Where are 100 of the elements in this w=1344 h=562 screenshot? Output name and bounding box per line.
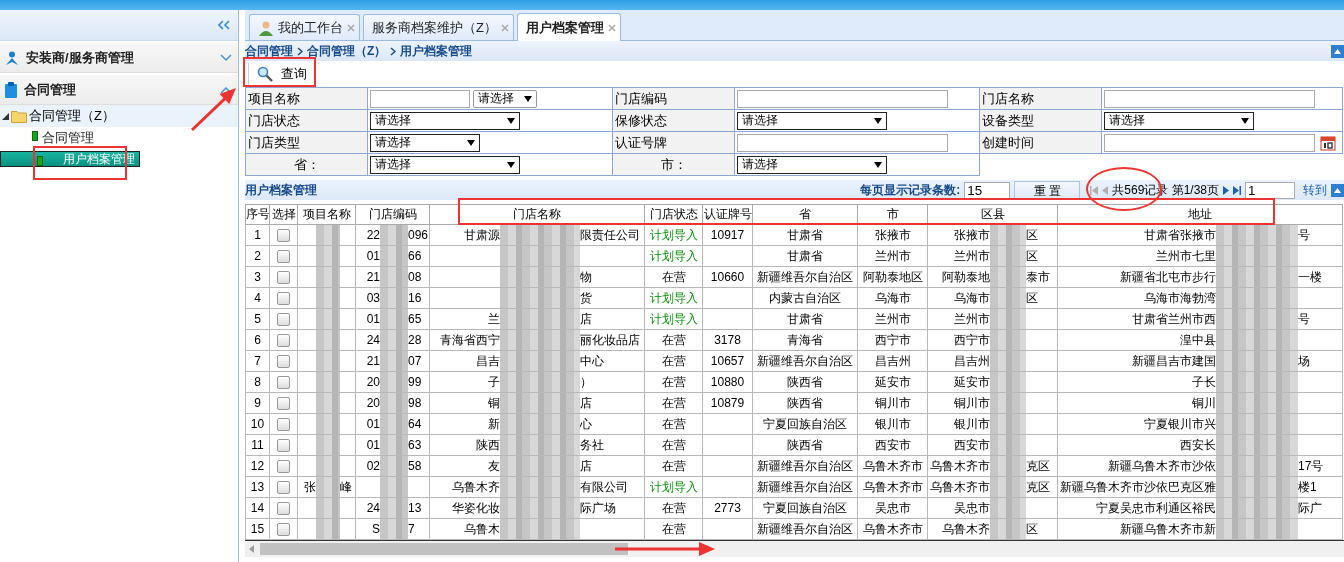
- checkbox[interactable]: [277, 397, 290, 411]
- checkbox[interactable]: [277, 502, 290, 516]
- cell-text: 中心: [580, 353, 604, 368]
- table-cell: 阿勒泰地区: [857, 266, 928, 288]
- redaction-mask: [316, 288, 340, 308]
- checkbox[interactable]: [277, 292, 290, 306]
- expand-triangle-icon[interactable]: [2, 112, 9, 120]
- collapse-button[interactable]: [1331, 44, 1344, 58]
- column-header[interactable]: 地址: [1057, 204, 1343, 225]
- table-cell: [702, 476, 753, 498]
- collapse-button[interactable]: [1331, 183, 1344, 197]
- column-header[interactable]: 项目名称: [297, 204, 356, 225]
- column-header[interactable]: 市: [857, 204, 928, 225]
- table-cell: 在营: [644, 518, 703, 540]
- field-label: 门店编码: [612, 87, 735, 110]
- cell-text: 延安市: [954, 374, 990, 389]
- cell-text: 兰州市七里: [1156, 248, 1216, 263]
- checkbox[interactable]: [277, 439, 290, 453]
- tab[interactable]: 用户档案管理: [516, 13, 621, 41]
- redaction-mask: [316, 414, 340, 434]
- cell-text: 张掖市: [954, 227, 990, 242]
- field-label: 门店类型: [245, 131, 368, 154]
- cell-text: 08: [408, 270, 422, 284]
- select-field[interactable]: 请选择: [370, 133, 480, 152]
- column-header[interactable]: 门店编码: [355, 204, 430, 225]
- column-header[interactable]: 门店名称: [429, 204, 645, 225]
- checkbox[interactable]: [277, 460, 290, 474]
- calendar-icon[interactable]: [1320, 134, 1337, 151]
- column-header[interactable]: 选择: [269, 204, 298, 225]
- tab[interactable]: 服务商档案维护（Z）: [363, 14, 514, 40]
- accordion-header[interactable]: 合同管理: [0, 75, 238, 105]
- column-header[interactable]: 区县: [927, 204, 1058, 225]
- cell-text: 63: [408, 438, 422, 452]
- table-cell: 3178: [702, 329, 753, 351]
- text-field[interactable]: [1104, 89, 1315, 108]
- search-icon: [257, 66, 273, 82]
- checkbox[interactable]: [277, 313, 290, 327]
- select-field[interactable]: 请选择: [370, 155, 520, 174]
- page-size-field[interactable]: 15: [964, 181, 1011, 199]
- cell-text: 99: [408, 375, 422, 389]
- cell-text: 阿勒泰地: [942, 269, 990, 284]
- tree-item[interactable]: 合同管理: [0, 127, 238, 149]
- next-page-icon[interactable]: [1223, 185, 1229, 195]
- table-cell: 青海省: [752, 329, 858, 351]
- scroll-left-icon[interactable]: [249, 545, 254, 553]
- text-field[interactable]: [737, 89, 948, 108]
- table-cell: 吴忠市: [857, 497, 928, 519]
- breadcrumb-item[interactable]: 用户档案管理: [400, 42, 473, 60]
- accordion-header[interactable]: 安装商/服务商管理: [0, 43, 238, 73]
- checkbox[interactable]: [277, 271, 290, 285]
- table-cell: 5: [245, 308, 270, 330]
- text-field[interactable]: [370, 89, 470, 108]
- checkbox[interactable]: [277, 376, 290, 390]
- redaction-mask: [316, 519, 340, 539]
- checkbox[interactable]: [277, 523, 290, 537]
- column-header[interactable]: 省: [752, 204, 858, 225]
- redaction-mask: [316, 267, 340, 287]
- table-cell: 计划导入: [644, 476, 703, 498]
- horizontal-scrollbar[interactable]: [245, 540, 1344, 557]
- close-icon[interactable]: [500, 23, 509, 32]
- cell-text: 13: [408, 501, 422, 515]
- column-header[interactable]: 门店状态: [644, 204, 703, 225]
- tab[interactable]: 我的工作台: [249, 14, 360, 40]
- checkbox[interactable]: [277, 334, 290, 348]
- column-header[interactable]: 认证牌号: [702, 204, 753, 225]
- query-button[interactable]: 查询: [248, 63, 315, 85]
- cell-text: 28: [408, 333, 422, 347]
- cell-text: 楼1: [1298, 479, 1317, 494]
- select-field[interactable]: 请选择: [737, 111, 887, 130]
- cell-text: 铜川: [1192, 395, 1216, 410]
- table-cell: 在营: [644, 434, 703, 456]
- cell-text: 03: [366, 291, 380, 305]
- cell-text: 兰州市: [954, 248, 990, 263]
- table-cell: 新疆维吾尔自治区: [752, 476, 858, 498]
- select-field[interactable]: 请选择: [473, 89, 538, 108]
- close-icon[interactable]: [607, 23, 616, 32]
- checkbox[interactable]: [277, 355, 290, 369]
- breadcrumb-item[interactable]: 合同管理: [245, 42, 293, 60]
- cell-text: 际广场: [580, 500, 616, 515]
- text-field[interactable]: [737, 133, 948, 152]
- checkbox[interactable]: [277, 250, 290, 264]
- cell-text: 24: [366, 333, 380, 347]
- table-cell: 陕西省: [752, 434, 858, 456]
- close-icon[interactable]: [347, 23, 355, 32]
- page-number-field[interactable]: 1: [1245, 181, 1295, 199]
- breadcrumb-item[interactable]: 合同管理（Z）: [307, 42, 387, 60]
- checkbox[interactable]: [277, 481, 290, 495]
- redaction-mask: [990, 288, 1026, 308]
- checkbox[interactable]: [277, 229, 290, 243]
- collapse-icon[interactable]: [218, 20, 230, 30]
- cell-text: 新疆乌鲁木齐市新: [1120, 521, 1216, 536]
- last-page-icon[interactable]: [1233, 185, 1241, 195]
- select-field[interactable]: 请选择: [737, 155, 887, 174]
- page-size-label: 每页显示记录条数:: [860, 181, 961, 199]
- go-to-link[interactable]: 转到: [1303, 181, 1327, 199]
- checkbox[interactable]: [277, 418, 290, 432]
- select-field[interactable]: 请选择: [370, 111, 520, 130]
- table-cell: [702, 518, 753, 540]
- select-field[interactable]: 请选择: [1104, 111, 1254, 130]
- date-field[interactable]: [1104, 133, 1315, 152]
